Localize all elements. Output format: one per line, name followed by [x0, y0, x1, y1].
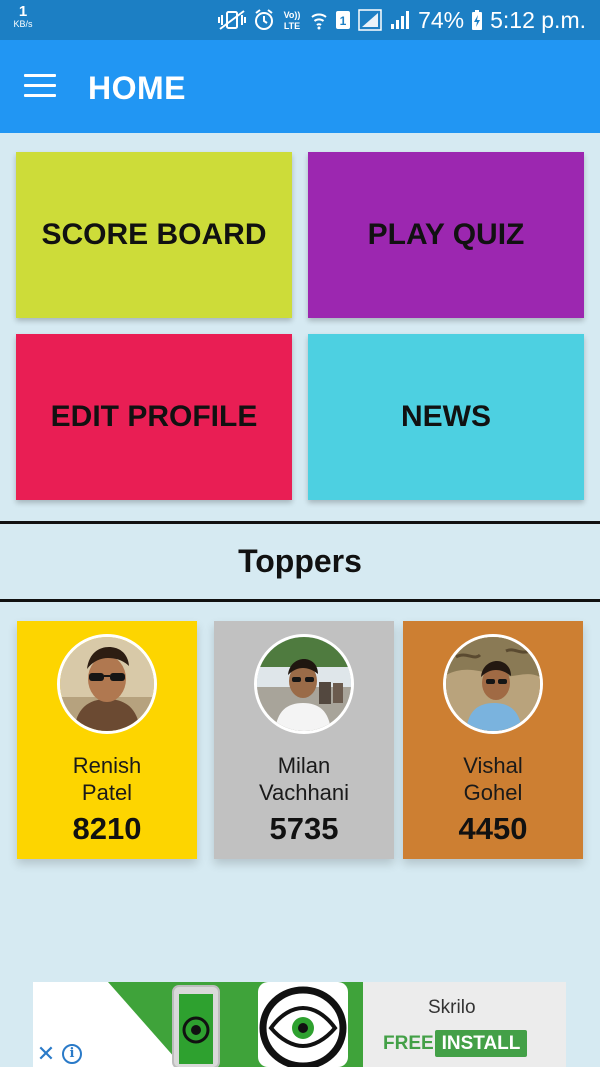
news-button[interactable]: NEWS	[308, 334, 584, 500]
volte-icon: Vo)) LTE	[281, 8, 303, 32]
battery-percent: 74%	[418, 6, 465, 33]
topper-first-name: Vishal	[463, 753, 523, 778]
ad-install-button[interactable]: INSTALL	[435, 1030, 527, 1057]
topper-first-name: Milan	[277, 753, 331, 778]
topper-last-name: Patel	[81, 780, 133, 805]
score-board-label: SCORE BOARD	[41, 218, 267, 251]
svg-text:Vo)): Vo))	[284, 10, 301, 20]
topper-card-2[interactable]: Milan Vachhani 5735	[214, 621, 394, 859]
wifi-icon	[310, 9, 328, 31]
svg-text:LTE: LTE	[284, 21, 300, 31]
clock: 5:12 p.m.	[490, 6, 586, 33]
divider-top	[0, 521, 600, 524]
svg-text:1: 1	[340, 14, 347, 28]
alarm-icon	[254, 9, 274, 31]
score-board-button[interactable]: SCORE BOARD	[16, 152, 292, 318]
status-bar: 1 KB/s Vo)) LTE 1 74% 5:12 p.m.	[0, 0, 600, 40]
topper-card-1[interactable]: Renish Patel 8210	[17, 621, 197, 859]
ad-free-label: FREE	[383, 1033, 434, 1054]
ad-title: Skrilo	[428, 997, 476, 1018]
battery-charging-icon	[471, 9, 483, 31]
network-speed-value: 1	[18, 3, 28, 20]
ad-banner[interactable]: Skrilo FREE INSTALL ✕ i	[33, 982, 566, 1067]
info-icon[interactable]: i	[62, 1044, 82, 1064]
play-quiz-label: PLAY QUIZ	[367, 218, 525, 251]
ad-app-graphic	[33, 982, 363, 1067]
topper-score: 4450	[458, 811, 528, 846]
signal-icon	[358, 9, 382, 31]
avatar	[443, 634, 543, 734]
menu-icon[interactable]	[24, 74, 56, 98]
topper-last-name: Gohel	[463, 780, 523, 805]
edit-profile-label: EDIT PROFILE	[50, 400, 258, 433]
topper-card-3[interactable]: Vishal Gohel 4450	[403, 621, 583, 859]
app-bar: HOME	[0, 40, 600, 133]
page-title: HOME	[88, 70, 186, 106]
network-speed-unit: KB/s	[13, 19, 33, 29]
topper-first-name: Renish	[72, 753, 142, 778]
divider-bottom	[0, 599, 600, 602]
mute-vibrate-icon	[217, 9, 247, 31]
toppers-title: Toppers	[238, 543, 362, 579]
sim-icon: 1	[335, 9, 351, 31]
network-speed: 1 KB/s	[8, 4, 38, 29]
topper-score: 5735	[269, 811, 339, 846]
topper-score: 8210	[72, 811, 142, 846]
edit-profile-button[interactable]: EDIT PROFILE	[16, 334, 292, 500]
play-quiz-button[interactable]: PLAY QUIZ	[308, 152, 584, 318]
signal-icon	[389, 9, 411, 31]
topper-last-name: Vachhani	[258, 780, 350, 805]
close-icon[interactable]: ✕	[36, 1043, 56, 1065]
avatar	[57, 634, 157, 734]
avatar	[254, 634, 354, 734]
news-label: NEWS	[401, 400, 491, 433]
